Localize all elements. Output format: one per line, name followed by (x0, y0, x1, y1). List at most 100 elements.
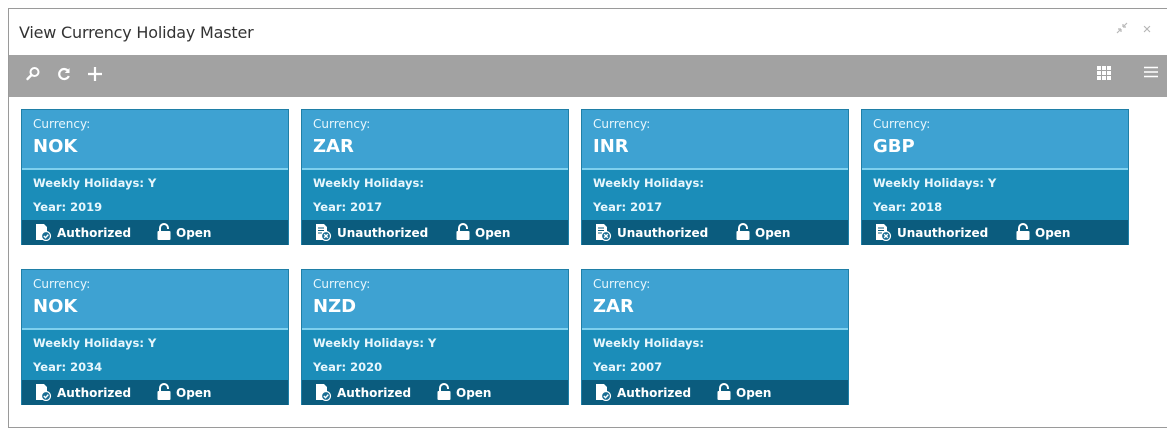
toolbar (9, 55, 1167, 97)
window-title: View Currency Holiday Master (19, 23, 254, 42)
currency-label: Currency: (593, 277, 651, 291)
year-row: Year: 2018 (873, 200, 942, 214)
card-header: Currency: NOK (22, 110, 288, 170)
card-header: Currency: NOK (22, 270, 288, 330)
year-row: Year: 2017 (593, 200, 662, 214)
year-row: Year: 2007 (593, 360, 662, 374)
authorization-status: Unauthorized (595, 223, 708, 243)
weekly-holidays-label: Weekly Holidays: (313, 176, 424, 190)
record-status: Open (455, 222, 511, 243)
card-body: Weekly Holidays: Year: 2007 (582, 330, 848, 380)
record-status-label: Open (176, 386, 212, 400)
card-footer: Unauthorized Open (862, 220, 1128, 245)
weekly-holidays-value: Y (427, 336, 437, 350)
authorization-label: Authorized (57, 386, 132, 400)
year-label: Year: (313, 200, 347, 214)
authorization-status: Authorized (595, 383, 691, 403)
record-status: Open (716, 382, 772, 403)
minimize-icon[interactable] (1113, 21, 1131, 39)
card-body: Weekly Holidays: Y Year: 2019 (22, 170, 288, 220)
year-label: Year: (593, 200, 627, 214)
unauthorized-icon (875, 223, 897, 244)
record-status-label: Open (736, 386, 772, 400)
unauthorized-icon (595, 223, 617, 244)
grid-view-icon[interactable] (1091, 62, 1117, 88)
refresh-icon[interactable] (51, 62, 77, 88)
currency-card[interactable]: Currency: NOK Weekly Holidays: Y Year: 2019… (21, 109, 289, 245)
record-status-label: Open (755, 226, 791, 240)
authorization-status: Unauthorized (875, 223, 988, 243)
lock-icon (1015, 222, 1035, 244)
weekly-holidays-value: Y (147, 336, 157, 350)
authorization-status: Authorized (35, 223, 131, 243)
currency-code: GBP (873, 136, 915, 157)
currency-code: ZAR (313, 136, 354, 157)
plus-icon[interactable] (82, 62, 108, 88)
card-body: Weekly Holidays: Year: 2017 (582, 170, 848, 220)
weekly-holidays-value: Y (987, 176, 997, 190)
weekly-holidays-row: Weekly Holidays: (593, 176, 704, 190)
card-header: Currency: ZAR (302, 110, 568, 170)
year-label: Year: (873, 200, 907, 214)
year-label: Year: (33, 200, 67, 214)
currency-code: ZAR (593, 296, 634, 317)
record-status: Open (735, 222, 791, 244)
search-icon[interactable] (20, 62, 46, 88)
currency-card[interactable]: Currency: NOK Weekly Holidays: Y Year: 2034… (21, 269, 289, 405)
list-view-icon[interactable] (1138, 62, 1164, 88)
currency-card[interactable]: Currency: GBP Weekly Holidays: Y Year: 2018… (861, 109, 1129, 245)
lock-icon (735, 222, 755, 244)
authorization-label: Unauthorized (897, 226, 989, 240)
authorized-icon (35, 223, 57, 244)
weekly-holidays-row: Weekly Holidays: Y (33, 336, 156, 350)
record-status: Open (156, 382, 212, 404)
card-footer: Unauthorized Open (302, 220, 568, 245)
lock-icon (156, 382, 176, 404)
currency-label: Currency: (313, 277, 371, 291)
currency-code: NZD (313, 296, 357, 317)
record-status-label: Open (176, 226, 212, 240)
currency-label: Currency: (33, 117, 91, 131)
currency-card[interactable]: Currency: ZAR Weekly Holidays: Year: 2017 U… (301, 109, 569, 245)
weekly-holidays-label: Weekly Holidays: (33, 336, 144, 350)
authorized-icon (35, 383, 57, 404)
weekly-holidays-row: Weekly Holidays: Y (313, 336, 436, 350)
weekly-holidays-row: Weekly Holidays: Y (873, 176, 996, 190)
year-row: Year: 2019 (33, 200, 102, 214)
currency-card[interactable]: Currency: NZD Weekly Holidays: Y Year: 2020… (301, 269, 569, 405)
year-value: 2007 (630, 360, 663, 374)
card-body: Weekly Holidays: Year: 2017 (302, 170, 568, 220)
card-body: Weekly Holidays: Y Year: 2034 (22, 330, 288, 380)
currency-code: NOK (33, 296, 78, 317)
year-value: 2020 (350, 360, 383, 374)
weekly-holidays-row: Weekly Holidays: (313, 176, 424, 190)
record-status-label: Open (475, 226, 511, 240)
authorization-status: Authorized (315, 383, 411, 403)
currency-label: Currency: (593, 117, 651, 131)
record-status-label: Open (456, 386, 492, 400)
weekly-holidays-value: Y (147, 176, 157, 190)
year-label: Year: (33, 360, 67, 374)
weekly-holidays-label: Weekly Holidays: (313, 336, 424, 350)
card-header: Currency: ZAR (582, 270, 848, 330)
window-titlebar: View Currency Holiday Master × (9, 9, 1167, 55)
card-header: Currency: NZD (302, 270, 568, 330)
year-row: Year: 2017 (313, 200, 382, 214)
weekly-holidays-label: Weekly Holidays: (873, 176, 984, 190)
record-status: Open (436, 382, 492, 403)
card-body: Weekly Holidays: Y Year: 2018 (862, 170, 1128, 220)
currency-code: NOK (33, 136, 78, 157)
card-header: Currency: INR (582, 110, 848, 170)
card-footer: Authorized Open (582, 380, 848, 405)
currency-card[interactable]: Currency: ZAR Weekly Holidays: Year: 2007 A… (581, 269, 849, 405)
close-icon[interactable]: × (1138, 21, 1156, 39)
unauthorized-icon (315, 223, 337, 244)
authorized-icon (315, 383, 337, 404)
lock-icon (156, 222, 176, 244)
currency-code: INR (593, 136, 629, 157)
year-row: Year: 2020 (313, 360, 382, 374)
authorized-icon (595, 383, 617, 404)
currency-card[interactable]: Currency: INR Weekly Holidays: Year: 2017 U… (581, 109, 849, 245)
record-status: Open (1015, 222, 1070, 244)
weekly-holidays-label: Weekly Holidays: (593, 336, 704, 350)
